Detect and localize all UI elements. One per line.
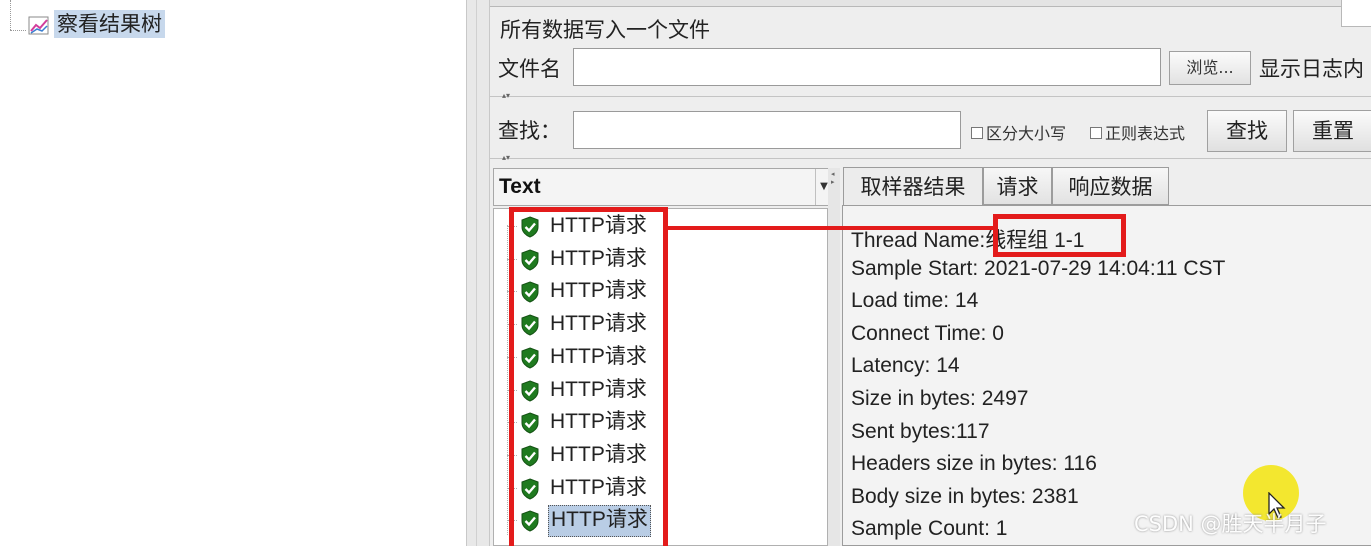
annotation-box-thread-name <box>993 214 1126 257</box>
reset-button[interactable]: 重置 <box>1293 110 1371 152</box>
search-input[interactable] <box>573 111 961 149</box>
filename-label: 文件名 <box>498 57 561 81</box>
watermark: CSDN @胜天半月子 <box>1134 512 1327 536</box>
graph-icon <box>28 16 49 35</box>
search-label: 查找： <box>498 119 561 143</box>
sampler-result-line: Body size in bytes: 2381 <box>851 484 1079 508</box>
tab-sampler-result[interactable]: 取样器结果 <box>843 167 983 207</box>
vertical-splitter[interactable]: ◂ ▸ <box>828 168 840 546</box>
annotation-box-results <box>509 207 668 546</box>
tree-guide-line <box>10 0 11 30</box>
sampler-result-line: Latency: 14 <box>851 354 960 378</box>
sampler-result-line: Sent bytes:117 <box>851 419 990 443</box>
annotation-connector-line <box>664 226 996 230</box>
checkbox-icon <box>971 127 983 139</box>
sampler-result-line: Headers size in bytes: 116 <box>851 452 1097 476</box>
top-strip-field[interactable] <box>1341 0 1371 27</box>
tab-request[interactable]: 请求 <box>983 167 1052 205</box>
collapse-arrows-icon[interactable]: ▴▾ <box>502 92 510 100</box>
regex-checkbox[interactable]: 正则表达式 <box>1090 120 1185 144</box>
collapse-arrows-icon[interactable]: ▴▾ <box>502 154 510 162</box>
browse-button[interactable]: 浏览... <box>1169 51 1251 85</box>
regex-label: 正则表达式 <box>1105 124 1186 143</box>
tab-response-data[interactable]: 响应数据 <box>1052 167 1169 205</box>
file-section-title: 所有数据写入一个文件 <box>500 18 710 42</box>
tree-node-view-results-tree[interactable]: 察看结果树 <box>54 10 165 38</box>
divider <box>490 158 1371 159</box>
divider <box>490 96 1371 97</box>
tree-guide-line <box>10 30 26 31</box>
renderer-select-value: Text <box>499 175 541 198</box>
log-display-label: 显示日志内 <box>1259 57 1364 81</box>
sampler-result-line: Load time: 14 <box>851 289 979 313</box>
sampler-result-line: Sample Count: 1 <box>851 517 1008 541</box>
sampler-result-line: Connect Time: 0 <box>851 321 1004 345</box>
renderer-select[interactable]: Text ▼ <box>493 168 833 206</box>
test-plan-tree: 察看结果树 <box>0 0 466 546</box>
sampler-result-line: Size in bytes: 2497 <box>851 386 1029 410</box>
search-button[interactable]: 查找 <box>1207 110 1287 152</box>
pane-splitter[interactable] <box>466 0 490 546</box>
sampler-result-line: Sample Start: 2021-07-29 14:04:11 CST <box>851 256 1226 280</box>
case-sensitive-label: 区分大小写 <box>986 124 1067 143</box>
case-sensitive-checkbox[interactable]: 区分大小写 <box>971 120 1066 144</box>
filename-input[interactable] <box>573 48 1161 86</box>
checkbox-icon <box>1090 127 1102 139</box>
thread-name-key: Thread Name: <box>851 229 986 252</box>
top-strip <box>490 0 1371 7</box>
